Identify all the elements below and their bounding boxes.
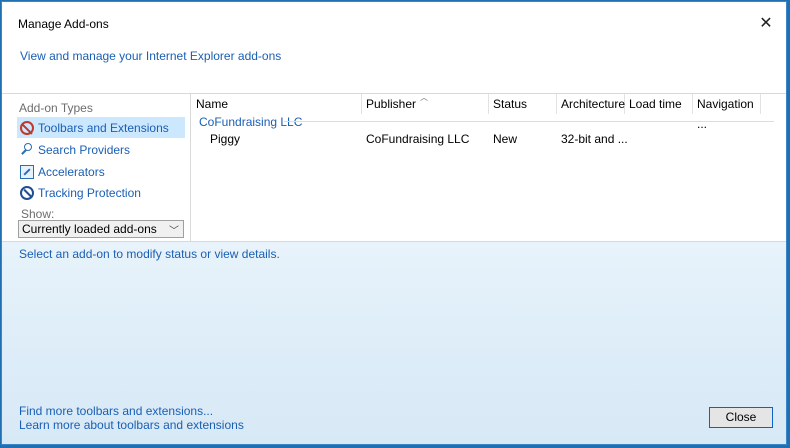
search-icon <box>20 142 34 157</box>
accelerator-icon <box>20 164 34 179</box>
addon-types-heading: Add-on Types <box>19 101 93 115</box>
addon-types-sidebar: Add-on Types Toolbars and Extensions Sea… <box>15 96 187 240</box>
column-header-name[interactable]: Name <box>192 94 362 114</box>
cell-status: New <box>493 132 518 146</box>
group-divider <box>284 121 774 122</box>
sidebar-item-toolbars-extensions[interactable]: Toolbars and Extensions <box>17 117 185 138</box>
details-message: Select an add-on to modify status or vie… <box>19 247 280 261</box>
group-header: CoFundraising LLC <box>199 115 303 129</box>
column-header-status[interactable]: Status <box>489 94 557 114</box>
sort-up-icon: ︿ <box>420 93 428 102</box>
column-header-load-time[interactable]: Load time <box>625 94 693 114</box>
cell-architecture: 32-bit and ... <box>561 132 628 146</box>
pane-divider <box>190 94 191 241</box>
sidebar-item-label: Tracking Protection <box>38 185 141 200</box>
cell-publisher: CoFundraising LLC <box>366 132 470 146</box>
sidebar-item-tracking-protection[interactable]: Tracking Protection <box>17 182 185 203</box>
column-header-navigation[interactable]: Navigation ... <box>693 94 761 131</box>
chevron-down-icon: ﹀ <box>169 226 179 237</box>
sidebar-item-label: Accelerators <box>38 164 105 179</box>
sidebar-item-label: Toolbars and Extensions <box>38 120 169 135</box>
tracking-protection-icon <box>20 185 34 200</box>
show-label: Show: <box>21 207 55 221</box>
show-dropdown-value: Currently loaded add-ons <box>22 222 157 236</box>
toolbar-extension-icon <box>20 120 34 135</box>
sidebar-item-accelerators[interactable]: Accelerators <box>17 161 185 182</box>
manage-addons-window: Manage Add-ons ✕ View and manage your In… <box>1 1 787 445</box>
addons-list: Name Publisher ︿ Status Architecture Loa… <box>192 93 786 241</box>
column-header-architecture[interactable]: Architecture <box>557 94 625 114</box>
learn-more-link[interactable]: Learn more about toolbars and extensions <box>19 418 244 432</box>
cell-name: Piggy <box>210 132 241 146</box>
sidebar-item-label: Search Providers <box>38 142 131 157</box>
sidebar-item-search-providers[interactable]: Search Providers <box>17 139 185 160</box>
header-link[interactable]: View and manage your Internet Explorer a… <box>20 49 281 63</box>
details-pane: Select an add-on to modify status or vie… <box>2 242 786 444</box>
close-button[interactable]: Close <box>709 407 773 428</box>
find-more-link[interactable]: Find more toolbars and extensions... <box>19 404 213 418</box>
show-dropdown[interactable]: Currently loaded add-ons ﹀ <box>18 220 184 238</box>
title-bar: Manage Add-ons ✕ <box>2 2 786 42</box>
close-icon[interactable]: ✕ <box>756 14 776 34</box>
window-title: Manage Add-ons <box>18 17 109 31</box>
